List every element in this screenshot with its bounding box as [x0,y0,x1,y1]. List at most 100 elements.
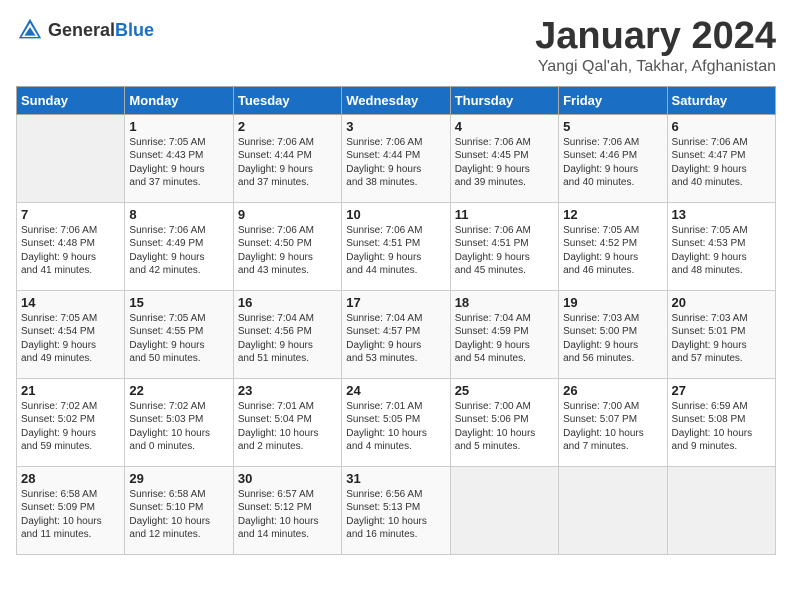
calendar-cell: 5 Sunrise: 7:06 AM Sunset: 4:46 PM Daylig… [559,114,667,202]
calendar-cell: 1 Sunrise: 7:05 AM Sunset: 4:43 PM Daylig… [125,114,233,202]
cell-info: Sunrise: 7:06 AM Sunset: 4:51 PM Dayligh… [346,224,445,278]
day-header-wednesday: Wednesday [342,86,450,114]
calendar-cell: 6 Sunrise: 7:06 AM Sunset: 4:47 PM Daylig… [667,114,775,202]
calendar-cell: 21 Sunrise: 7:02 AM Sunset: 5:02 PM Dayli… [17,378,125,466]
cell-info: Sunrise: 7:02 AM Sunset: 5:02 PM Dayligh… [21,400,120,454]
day-number: 8 [129,207,228,222]
calendar-table: SundayMondayTuesdayWednesdayThursdayFrid… [16,86,776,555]
calendar-cell: 17 Sunrise: 7:04 AM Sunset: 4:57 PM Dayli… [342,290,450,378]
cell-info: Sunrise: 7:06 AM Sunset: 4:47 PM Dayligh… [672,136,771,190]
cell-info: Sunrise: 7:01 AM Sunset: 5:05 PM Dayligh… [346,400,445,454]
calendar-title: January 2024 [535,16,776,58]
day-number: 17 [346,295,445,310]
day-header-monday: Monday [125,86,233,114]
cell-info: Sunrise: 7:05 AM Sunset: 4:55 PM Dayligh… [129,312,228,366]
day-number: 4 [455,119,554,134]
calendar-cell: 10 Sunrise: 7:06 AM Sunset: 4:51 PM Dayli… [342,202,450,290]
cell-info: Sunrise: 7:04 AM Sunset: 4:57 PM Dayligh… [346,312,445,366]
calendar-cell: 23 Sunrise: 7:01 AM Sunset: 5:04 PM Dayli… [233,378,341,466]
calendar-cell: 24Sunrise: 7:01 AM Sunset: 5:05 PM Dayli… [342,378,450,466]
calendar-cell: 18 Sunrise: 7:04 AM Sunset: 4:59 PM Dayli… [450,290,558,378]
calendar-cell: 2 Sunrise: 7:06 AM Sunset: 4:44 PM Daylig… [233,114,341,202]
day-number: 5 [563,119,662,134]
cell-info: Sunrise: 7:05 AM Sunset: 4:52 PM Dayligh… [563,224,662,278]
cell-info: Sunrise: 7:06 AM Sunset: 4:44 PM Dayligh… [346,136,445,190]
cell-info: Sunrise: 7:05 AM Sunset: 4:53 PM Dayligh… [672,224,771,278]
day-number: 21 [21,383,120,398]
day-number: 29 [129,471,228,486]
day-number: 9 [238,207,337,222]
calendar-cell: 3Sunrise: 7:06 AM Sunset: 4:44 PM Daylig… [342,114,450,202]
day-number: 27 [672,383,771,398]
day-header-thursday: Thursday [450,86,558,114]
day-number: 28 [21,471,120,486]
logo-text-general: General [48,20,115,40]
calendar-cell: 22 Sunrise: 7:02 AM Sunset: 5:03 PM Dayli… [125,378,233,466]
calendar-cell: 20Sunrise: 7:03 AM Sunset: 5:01 PM Dayli… [667,290,775,378]
calendar-cell: 30Sunrise: 6:57 AM Sunset: 5:12 PM Dayli… [233,466,341,554]
logo: GeneralBlue [16,16,154,44]
day-number: 19 [563,295,662,310]
cell-info: Sunrise: 7:00 AM Sunset: 5:06 PM Dayligh… [455,400,554,454]
day-number: 26 [563,383,662,398]
calendar-cell: 7 Sunrise: 7:06 AM Sunset: 4:48 PM Daylig… [17,202,125,290]
calendar-cell: 4 Sunrise: 7:06 AM Sunset: 4:45 PM Daylig… [450,114,558,202]
calendar-cell: 29Sunrise: 6:58 AM Sunset: 5:10 PM Dayli… [125,466,233,554]
cell-info: Sunrise: 7:06 AM Sunset: 4:51 PM Dayligh… [455,224,554,278]
day-header-friday: Friday [559,86,667,114]
title-area: January 2024 Yangi Qal'ah, Takhar, Afgha… [535,16,776,76]
calendar-cell: 11Sunrise: 7:06 AM Sunset: 4:51 PM Dayli… [450,202,558,290]
cell-info: Sunrise: 7:02 AM Sunset: 5:03 PM Dayligh… [129,400,228,454]
cell-info: Sunrise: 7:06 AM Sunset: 4:49 PM Dayligh… [129,224,228,278]
day-number: 16 [238,295,337,310]
calendar-cell [559,466,667,554]
calendar-cell: 9 Sunrise: 7:06 AM Sunset: 4:50 PM Daylig… [233,202,341,290]
day-number: 15 [129,295,228,310]
day-number: 14 [21,295,120,310]
cell-info: Sunrise: 6:56 AM Sunset: 5:13 PM Dayligh… [346,488,445,542]
day-number: 10 [346,207,445,222]
cell-info: Sunrise: 7:03 AM Sunset: 5:00 PM Dayligh… [563,312,662,366]
calendar-subtitle: Yangi Qal'ah, Takhar, Afghanistan [535,58,776,76]
day-number: 18 [455,295,554,310]
logo-icon [16,16,44,44]
cell-info: Sunrise: 7:06 AM Sunset: 4:45 PM Dayligh… [455,136,554,190]
calendar-cell: 28Sunrise: 6:58 AM Sunset: 5:09 PM Dayli… [17,466,125,554]
cell-info: Sunrise: 6:57 AM Sunset: 5:12 PM Dayligh… [238,488,337,542]
cell-info: Sunrise: 7:06 AM Sunset: 4:50 PM Dayligh… [238,224,337,278]
day-header-saturday: Saturday [667,86,775,114]
calendar-cell [17,114,125,202]
calendar-cell: 31Sunrise: 6:56 AM Sunset: 5:13 PM Dayli… [342,466,450,554]
calendar-cell: 26 Sunrise: 7:00 AM Sunset: 5:07 PM Dayli… [559,378,667,466]
calendar-cell [667,466,775,554]
calendar-cell: 8 Sunrise: 7:06 AM Sunset: 4:49 PM Daylig… [125,202,233,290]
cell-info: Sunrise: 7:04 AM Sunset: 4:56 PM Dayligh… [238,312,337,366]
cell-info: Sunrise: 6:59 AM Sunset: 5:08 PM Dayligh… [672,400,771,454]
cell-info: Sunrise: 7:06 AM Sunset: 4:44 PM Dayligh… [238,136,337,190]
day-number: 23 [238,383,337,398]
cell-info: Sunrise: 7:01 AM Sunset: 5:04 PM Dayligh… [238,400,337,454]
calendar-cell: 12 Sunrise: 7:05 AM Sunset: 4:52 PM Dayli… [559,202,667,290]
calendar-cell: 16 Sunrise: 7:04 AM Sunset: 4:56 PM Dayli… [233,290,341,378]
calendar-cell: 27 Sunrise: 6:59 AM Sunset: 5:08 PM Dayli… [667,378,775,466]
day-number: 2 [238,119,337,134]
day-number: 22 [129,383,228,398]
day-number: 1 [129,119,228,134]
day-number: 12 [563,207,662,222]
day-header-sunday: Sunday [17,86,125,114]
calendar-cell: 13 Sunrise: 7:05 AM Sunset: 4:53 PM Dayli… [667,202,775,290]
cell-info: Sunrise: 7:05 AM Sunset: 4:43 PM Dayligh… [129,136,228,190]
calendar-cell: 14 Sunrise: 7:05 AM Sunset: 4:54 PM Dayli… [17,290,125,378]
calendar-cell [450,466,558,554]
cell-info: Sunrise: 7:06 AM Sunset: 4:48 PM Dayligh… [21,224,120,278]
cell-info: Sunrise: 7:03 AM Sunset: 5:01 PM Dayligh… [672,312,771,366]
day-number: 7 [21,207,120,222]
cell-info: Sunrise: 7:05 AM Sunset: 4:54 PM Dayligh… [21,312,120,366]
day-number: 13 [672,207,771,222]
day-number: 6 [672,119,771,134]
cell-info: Sunrise: 7:00 AM Sunset: 5:07 PM Dayligh… [563,400,662,454]
cell-info: Sunrise: 7:04 AM Sunset: 4:59 PM Dayligh… [455,312,554,366]
day-number: 25 [455,383,554,398]
cell-info: Sunrise: 7:06 AM Sunset: 4:46 PM Dayligh… [563,136,662,190]
calendar-cell: 19 Sunrise: 7:03 AM Sunset: 5:00 PM Dayli… [559,290,667,378]
